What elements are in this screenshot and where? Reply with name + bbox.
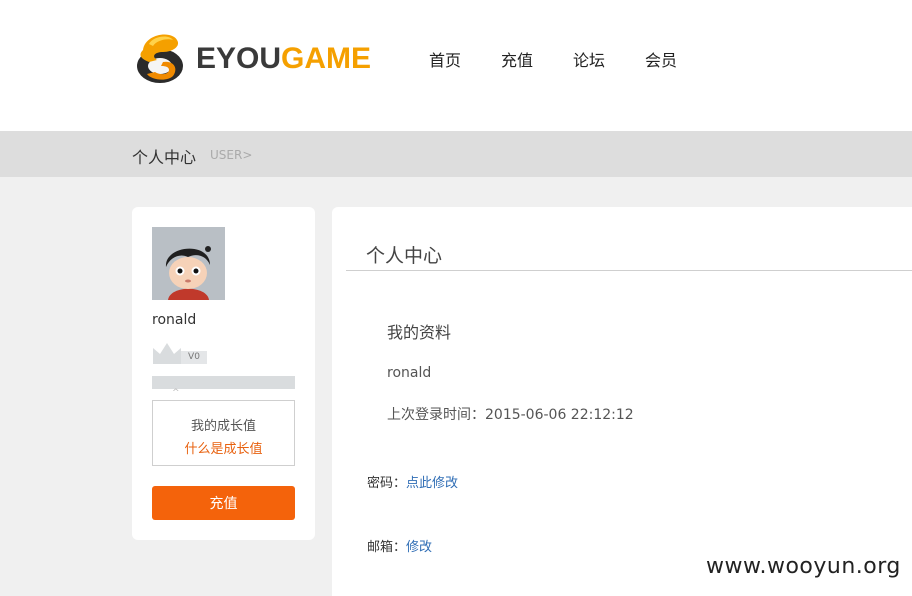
logo-text-eyou: EYOU xyxy=(196,42,282,75)
nav-item-member[interactable]: 会员 xyxy=(625,50,697,72)
recharge-button[interactable]: 充值 xyxy=(152,486,295,520)
profile-username: ronald xyxy=(387,365,432,381)
panel-title: 个人中心 xyxy=(366,245,443,267)
cartoon-boy-avatar-icon xyxy=(152,227,225,300)
logo-mark-icon xyxy=(137,34,183,83)
nav-item-home[interactable]: 首页 xyxy=(409,50,481,72)
email-row: 邮箱：修改 xyxy=(367,536,432,555)
crown-icon xyxy=(153,343,181,364)
what-is-growth-link[interactable]: 什么是成长值 xyxy=(153,438,294,457)
section-title: 我的资料 xyxy=(387,323,452,342)
header: EYOUGAME 首页 充值 论坛 会员 xyxy=(0,0,912,131)
email-label: 邮箱： xyxy=(367,540,407,555)
nav-item-recharge[interactable]: 充值 xyxy=(481,50,553,72)
change-password-link[interactable]: 点此修改 xyxy=(406,476,458,491)
avatar[interactable] xyxy=(152,227,225,300)
nav-item-forum[interactable]: 论坛 xyxy=(553,50,625,72)
breadcrumb-sub: USER> xyxy=(210,148,253,162)
growth-value-box: 我的成长值 什么是成长值 xyxy=(152,400,295,466)
password-label: 密码： xyxy=(367,476,407,491)
password-row: 密码：点此修改 xyxy=(367,472,458,491)
logo-text-game: GAME xyxy=(281,42,372,75)
watermark: www.wooyun.org xyxy=(706,554,901,579)
profile-panel: 个人中心 我的资料 ronald 上次登录时间：2015-06-06 22:12… xyxy=(332,207,912,596)
change-email-link[interactable]: 修改 xyxy=(406,540,432,555)
eyougame-logo[interactable]: EYOUGAME xyxy=(133,28,373,88)
breadcrumb: 个人中心 USER> xyxy=(0,131,912,177)
breadcrumb-title: 个人中心 xyxy=(132,148,197,167)
progress-caret-icon: ^ xyxy=(172,388,180,398)
growth-label: 我的成长值 xyxy=(190,419,256,434)
sidebar-username: ronald xyxy=(152,312,197,328)
divider xyxy=(346,270,912,271)
last-login-time: 上次登录时间：2015-06-06 22:12:12 xyxy=(387,407,634,423)
level-badge: V0 xyxy=(181,351,207,364)
vip-level: V0 xyxy=(152,340,208,366)
logo-wordmark: EYOUGAME xyxy=(196,42,371,76)
main-nav: 首页 充值 论坛 会员 xyxy=(409,50,697,72)
user-sidebar-card: ronald V0 ^ 我的成长值 什么是成长值 充值 xyxy=(132,207,315,540)
